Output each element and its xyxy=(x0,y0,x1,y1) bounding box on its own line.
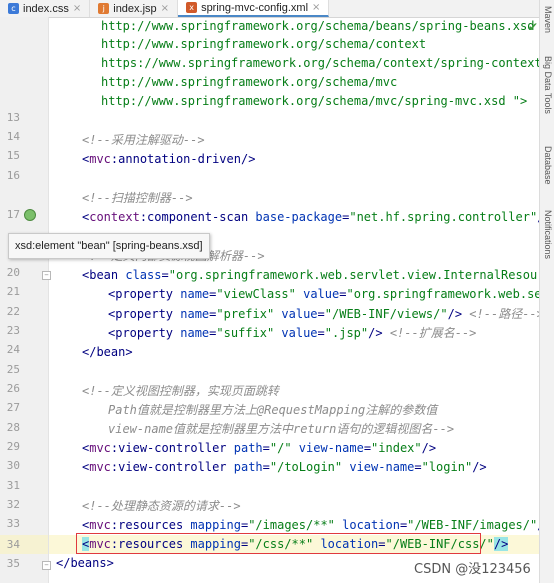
watermark: CSDN @没123456 xyxy=(414,562,531,577)
tab-index-css[interactable]: c index.css × xyxy=(0,0,91,17)
line-number: 32 xyxy=(6,498,20,511)
code-editor[interactable]: http://www.springframework.org/schema/be… xyxy=(49,17,540,583)
line-number: 27 xyxy=(6,401,20,414)
database-panel-tab[interactable]: Database xyxy=(543,146,553,185)
code-line: http://www.springframework.org/schema/mv… xyxy=(101,94,528,108)
tab-label: index.jsp xyxy=(113,2,157,15)
tab-index-jsp[interactable]: j index.jsp × xyxy=(90,0,179,17)
code-line: <context:component-scan base-package="ne… xyxy=(82,210,540,224)
line-number: 25 xyxy=(6,363,20,376)
tab-spring-mvc-config[interactable]: x spring-mvc-config.xml × xyxy=(178,0,330,17)
line-number: 26 xyxy=(6,382,20,395)
code-line: http://www.springframework.org/schema/co… xyxy=(101,37,427,51)
notifications-panel-tab[interactable]: Notifications xyxy=(543,210,553,259)
line-number: 29 xyxy=(6,440,20,453)
line-number: 30 xyxy=(6,459,20,472)
code-line: <property name="prefix" value="/WEB-INF/… xyxy=(108,307,540,321)
inspection-ok-icon[interactable]: ✔ xyxy=(528,20,538,34)
code-comment: view-name值就是控制器里方法中return语句的逻辑视图名--> xyxy=(108,422,455,436)
code-line: <mvc:view-controller path="/toLogin" vie… xyxy=(82,460,487,474)
tab-label: spring-mvc-config.xml xyxy=(201,1,309,14)
line-number: 24 xyxy=(6,343,20,356)
close-icon[interactable]: × xyxy=(161,3,169,14)
line-number: 22 xyxy=(6,305,20,318)
code-line: http://www.springframework.org/schema/be… xyxy=(101,19,535,33)
code-comment: <!--定义视图控制器，实现页面跳转 xyxy=(82,384,279,398)
code-line: http://www.springframework.org/schema/mv… xyxy=(101,75,398,89)
code-comment: <!--扫描控制器--> xyxy=(82,191,193,205)
editor-tab-bar: c index.css × j index.jsp × x spring-mvc… xyxy=(0,0,540,18)
highlight-box xyxy=(76,533,481,554)
line-number: 28 xyxy=(6,421,20,434)
code-line: <bean class="org.springframework.web.ser… xyxy=(82,268,540,282)
element-tooltip: xsd:element "bean" [spring-beans.xsd] xyxy=(8,233,210,259)
close-icon[interactable]: × xyxy=(312,2,320,13)
code-line: <mvc:view-controller path="/" view-name=… xyxy=(82,441,437,455)
code-comment: <!--处理静态资源的请求--> xyxy=(82,499,241,513)
code-line: </beans> xyxy=(56,556,114,570)
line-number: 20 xyxy=(6,266,20,279)
line-number: 17 xyxy=(6,208,20,221)
line-number: 35 xyxy=(6,557,20,570)
code-comment: Path值就是控制器里方法上@RequestMapping注解的参数值 xyxy=(108,403,438,417)
code-line: <mvc:annotation-driven/> xyxy=(82,152,256,166)
line-number: 13 xyxy=(6,111,20,124)
line-number: 14 xyxy=(6,130,20,143)
big-data-tools-panel-tab[interactable]: Big Data Tools xyxy=(543,56,553,114)
tab-label: index.css xyxy=(23,2,69,15)
line-number: 15 xyxy=(6,149,20,162)
code-line: <property name="viewClass" value="org.sp… xyxy=(108,287,540,301)
css-file-icon: c xyxy=(8,3,19,14)
code-line: </bean> xyxy=(82,345,133,359)
maven-panel-tab[interactable]: Maven xyxy=(543,6,553,33)
code-line: <property name="suffix" value=".jsp"/> <… xyxy=(108,326,477,340)
line-number: 33 xyxy=(6,517,20,530)
code-line: https://www.springframework.org/schema/c… xyxy=(101,56,540,70)
right-tool-strip: Maven Big Data Tools Database Notificati… xyxy=(539,0,554,583)
code-comment: <!--采用注解驱动--> xyxy=(82,133,205,147)
line-number: 21 xyxy=(6,285,20,298)
jsp-file-icon: j xyxy=(98,3,110,14)
line-number: 16 xyxy=(6,169,20,182)
close-icon[interactable]: × xyxy=(73,3,81,14)
line-number: 23 xyxy=(6,324,20,337)
line-number: 34 xyxy=(6,538,20,551)
xml-file-icon: x xyxy=(186,2,198,13)
spring-bean-gutter-icon[interactable] xyxy=(24,209,36,221)
line-number: 31 xyxy=(6,479,20,492)
